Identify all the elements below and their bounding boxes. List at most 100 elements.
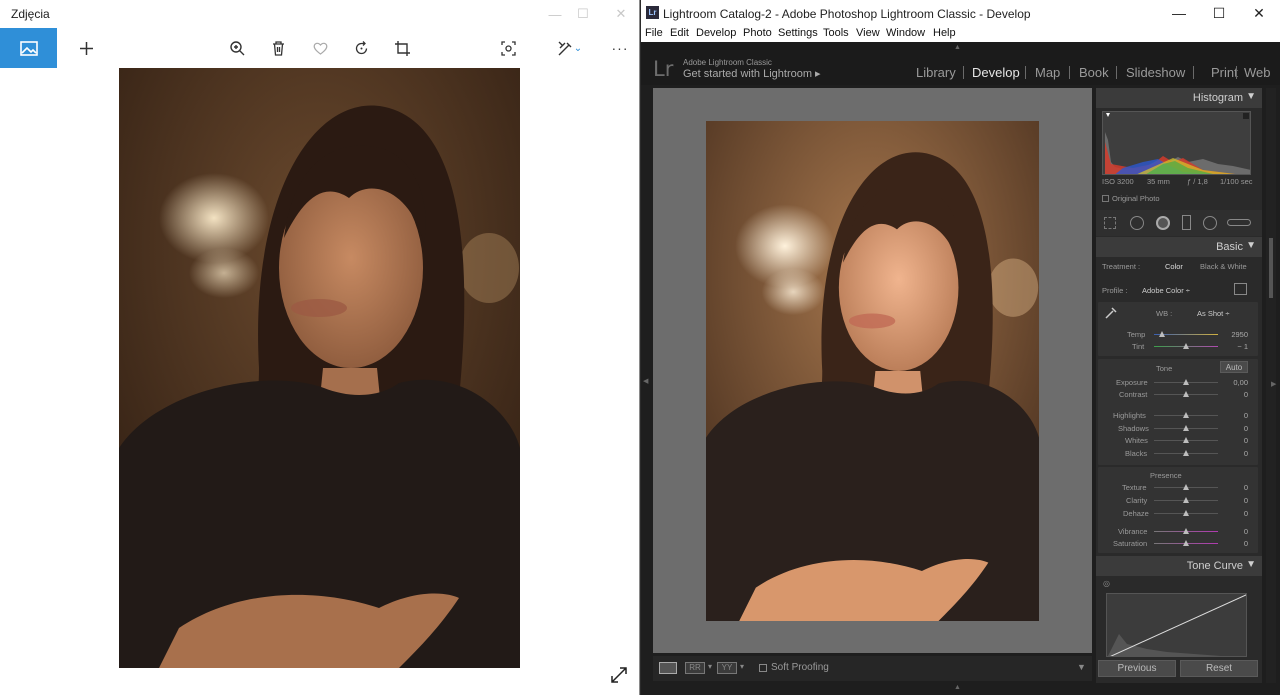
original-photo-label: Original Photo <box>1112 194 1160 203</box>
menu-view[interactable]: View <box>856 27 880 39</box>
exposure-value[interactable]: 0,00 <box>1218 378 1248 387</box>
slideshow-button[interactable] <box>488 28 528 68</box>
chevron-down-icon[interactable]: ▾ <box>740 662 744 671</box>
vibrance-value[interactable]: 0 <box>1218 527 1248 536</box>
contrast-slider-knob[interactable] <box>1183 391 1189 397</box>
chevron-down-icon[interactable]: ▾ <box>708 662 712 671</box>
tint-value[interactable]: − 1 <box>1218 342 1248 351</box>
more-button[interactable]: ··· <box>600 28 639 68</box>
menu-edit[interactable]: Edit <box>670 27 689 39</box>
menu-photo[interactable]: Photo <box>743 27 772 39</box>
clarity-value[interactable]: 0 <box>1218 496 1248 505</box>
temp-slider-knob[interactable] <box>1159 331 1165 337</box>
texture-slider-knob[interactable] <box>1183 484 1189 490</box>
adjustment-brush-icon[interactable] <box>1227 219 1251 226</box>
menu-settings[interactable]: Settings <box>778 27 818 39</box>
triangle-down-icon: ▼ <box>1246 240 1256 251</box>
minimize-icon[interactable]: — <box>1159 0 1199 26</box>
tone-curve-header[interactable]: Tone Curve ▼ <box>1096 556 1262 576</box>
previous-button[interactable]: Previous <box>1098 660 1176 677</box>
highlights-slider-knob[interactable] <box>1183 412 1189 418</box>
profile-browser-icon[interactable] <box>1234 283 1247 295</box>
close-icon[interactable]: ✕ <box>604 0 638 28</box>
graduated-filter-icon[interactable] <box>1182 215 1191 230</box>
module-web[interactable]: Web <box>1244 65 1271 80</box>
favorite-button[interactable] <box>300 28 340 68</box>
whites-slider-knob[interactable] <box>1183 437 1189 443</box>
module-map[interactable]: Map <box>1035 65 1060 80</box>
menu-help[interactable]: Help <box>933 27 956 39</box>
before-after-icon[interactable]: RR <box>685 662 705 674</box>
maximize-icon[interactable]: ☐ <box>566 0 600 28</box>
crop-overlay-icon[interactable] <box>1104 217 1116 229</box>
right-panel-toggle-icon[interactable]: ▶ <box>1271 380 1276 388</box>
target-adjust-icon[interactable]: ◎ <box>1103 579 1110 588</box>
panel-toggle-top[interactable]: ▲ <box>954 44 961 51</box>
maximize-icon[interactable]: ☐ <box>1199 0 1239 26</box>
get-started-link[interactable]: Get started with Lightroom ▸ <box>683 67 821 80</box>
soft-proofing-checkbox[interactable] <box>759 664 767 672</box>
blacks-slider-knob[interactable] <box>1183 450 1189 456</box>
red-eye-icon[interactable] <box>1156 216 1170 230</box>
wb-dropdown[interactable]: As Shot ÷ <box>1197 309 1229 318</box>
dehaze-value[interactable]: 0 <box>1218 509 1248 518</box>
spot-removal-icon[interactable] <box>1130 216 1144 230</box>
zoom-button[interactable] <box>217 28 257 68</box>
develop-canvas[interactable] <box>653 88 1092 653</box>
treatment-color-option[interactable]: Color <box>1165 262 1183 271</box>
toolbar-menu-icon[interactable]: ▼ <box>1077 662 1086 672</box>
develop-photo[interactable] <box>706 121 1039 621</box>
close-icon[interactable]: ✕ <box>1239 0 1279 26</box>
menu-tools[interactable]: Tools <box>823 27 849 39</box>
crop-button[interactable] <box>382 28 422 68</box>
delete-button[interactable] <box>258 28 298 68</box>
dehaze-label: Dehaze <box>1123 509 1149 518</box>
tint-slider-knob[interactable] <box>1183 343 1189 349</box>
eyedropper-icon[interactable] <box>1104 306 1118 320</box>
module-print[interactable]: Print <box>1211 65 1238 80</box>
texture-value[interactable]: 0 <box>1218 483 1248 492</box>
rotate-button[interactable] <box>341 28 381 68</box>
menu-file[interactable]: File <box>645 27 663 39</box>
exposure-slider-knob[interactable] <box>1183 379 1189 385</box>
left-panel-toggle-icon[interactable]: ◀ <box>643 377 648 385</box>
tone-curve-graph[interactable] <box>1106 593 1247 657</box>
before-after-swap-icon[interactable]: YY <box>717 662 737 674</box>
saturation-value[interactable]: 0 <box>1218 539 1248 548</box>
module-slideshow[interactable]: Slideshow <box>1126 65 1185 80</box>
whites-value[interactable]: 0 <box>1218 436 1248 445</box>
histogram-plot <box>1105 113 1250 174</box>
module-develop[interactable]: Develop <box>972 65 1020 80</box>
histogram-header[interactable]: Histogram ▼ <box>1096 88 1262 108</box>
chevron-down-icon[interactable]: ⌄ <box>568 28 588 68</box>
filmstrip-toggle-icon[interactable]: ▲ <box>954 684 961 691</box>
add-button[interactable] <box>66 28 106 68</box>
saturation-slider-knob[interactable] <box>1183 540 1189 546</box>
basic-header[interactable]: Basic ▼ <box>1096 237 1262 257</box>
module-library[interactable]: Library <box>916 65 956 80</box>
treatment-bw-option[interactable]: Black & White <box>1200 262 1247 271</box>
temp-value[interactable]: 2950 <box>1218 330 1248 339</box>
blacks-value[interactable]: 0 <box>1218 449 1248 458</box>
clarity-slider-knob[interactable] <box>1183 497 1189 503</box>
scrollbar-thumb[interactable] <box>1269 238 1273 298</box>
loupe-view-icon[interactable] <box>659 662 677 674</box>
contrast-value[interactable]: 0 <box>1218 390 1248 399</box>
shadows-value[interactable]: 0 <box>1218 424 1248 433</box>
menu-window[interactable]: Window <box>886 27 925 39</box>
vibrance-slider-knob[interactable] <box>1183 528 1189 534</box>
left-panel-collapsed[interactable]: ◀ <box>641 85 651 690</box>
dehaze-slider-knob[interactable] <box>1183 510 1189 516</box>
photo-canvas[interactable] <box>119 68 520 668</box>
highlights-value[interactable]: 0 <box>1218 411 1248 420</box>
reset-button[interactable]: Reset <box>1180 660 1258 677</box>
radial-filter-icon[interactable] <box>1203 216 1217 230</box>
auto-tone-button[interactable]: Auto <box>1220 361 1248 373</box>
original-photo-checkbox[interactable] <box>1102 195 1109 202</box>
module-book[interactable]: Book <box>1079 65 1109 80</box>
profile-dropdown[interactable]: Adobe Color ÷ <box>1142 286 1190 295</box>
histogram-graph[interactable] <box>1102 111 1251 175</box>
menu-develop[interactable]: Develop <box>696 27 736 39</box>
expand-button[interactable] <box>608 664 630 686</box>
shadows-slider-knob[interactable] <box>1183 425 1189 431</box>
